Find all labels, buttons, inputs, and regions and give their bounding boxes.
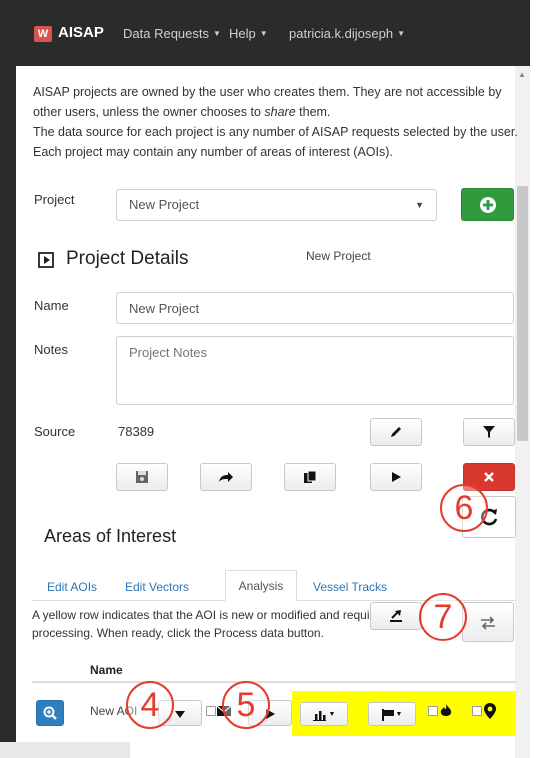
nav-help[interactable]: Help ▼	[229, 26, 268, 41]
copy-project-button[interactable]	[284, 463, 336, 491]
notes-label: Notes	[34, 342, 68, 357]
edit-source-button[interactable]	[370, 418, 422, 446]
scroll-up-icon[interactable]: ▲	[518, 70, 526, 79]
collapse-toggle-icon[interactable]	[38, 252, 54, 268]
column-name-header: Name	[90, 663, 123, 677]
pencil-icon	[391, 427, 401, 437]
export-button[interactable]	[370, 602, 422, 630]
page-frame-left	[0, 0, 16, 758]
map-marker-icon	[484, 703, 496, 719]
caret-down-icon: ▼	[259, 29, 268, 38]
share-project-button[interactable]	[200, 463, 252, 491]
project-select-value: New Project	[129, 197, 200, 212]
chevron-down-icon: ▼	[415, 200, 424, 210]
bottom-status-strip	[0, 742, 130, 758]
source-value: 78389	[118, 424, 155, 439]
source-label: Source	[34, 424, 76, 439]
flag-icon	[381, 709, 394, 721]
exchange-icon	[481, 616, 495, 630]
copy-icon	[304, 470, 317, 483]
bar-chart-icon	[312, 711, 326, 722]
filter-icon	[483, 426, 495, 438]
top-navbar: W AISAP Data Requests ▼ Help ▼ patricia.k.…	[16, 0, 530, 66]
save-icon	[136, 471, 148, 483]
caret-down-icon: ▼	[328, 711, 336, 718]
add-project-button[interactable]	[461, 188, 514, 221]
tab-edit-aois[interactable]: Edit AOIs	[47, 580, 97, 594]
tab-vessel-tracks[interactable]: Vessel Tracks	[313, 580, 387, 594]
aoi-chart-dropdown[interactable]: ▼	[300, 702, 348, 726]
intro-line-1-end: them.	[295, 105, 331, 119]
name-label: Name	[34, 298, 69, 313]
fire-icon	[440, 704, 452, 716]
vertical-scrollbar[interactable]: ▲	[515, 66, 530, 758]
project-details-title: Project Details	[66, 248, 189, 269]
aoi-table-header: Name	[32, 661, 516, 683]
exchange-button[interactable]	[462, 602, 514, 642]
play-icon	[392, 472, 401, 482]
project-name-input[interactable]	[116, 292, 514, 324]
annotation-marker-7: 7	[419, 593, 467, 641]
aisap-logo-icon[interactable]: W	[34, 26, 52, 42]
nav-user-menu[interactable]: patricia.k.dijoseph ▼	[289, 26, 405, 41]
run-project-button[interactable]	[370, 463, 422, 491]
caret-down-icon: ▼	[213, 29, 221, 38]
page-frame-right	[530, 0, 540, 758]
brand-name[interactable]: AISAP	[58, 24, 104, 41]
zoom-aoi-button[interactable]	[36, 700, 64, 726]
intro-text: AISAP projects are owned by the user who…	[33, 82, 518, 162]
aoi-fire-checkbox[interactable]	[428, 706, 438, 716]
zoom-in-icon	[43, 706, 57, 720]
tab-edit-vectors[interactable]: Edit Vectors	[125, 580, 189, 594]
caret-down-icon: ▼	[395, 711, 403, 718]
external-link-icon	[390, 610, 402, 622]
aoi-location-checkbox[interactable]	[472, 706, 482, 716]
intro-line-2: The data source for each project is any …	[33, 125, 518, 159]
nav-data-requests[interactable]: Data Requests ▼	[123, 26, 221, 41]
save-project-button[interactable]	[116, 463, 168, 491]
annotation-marker-5: 5	[222, 681, 270, 729]
caret-down-icon	[175, 711, 185, 718]
nav-user-label: patricia.k.dijoseph	[289, 26, 394, 41]
plus-circle-icon	[479, 197, 496, 213]
nav-help-label: Help	[229, 26, 256, 41]
project-select[interactable]: New Project ▼	[116, 189, 437, 221]
project-notes-textarea[interactable]	[116, 336, 514, 405]
scroll-thumb[interactable]	[517, 186, 528, 441]
share-arrow-icon	[219, 472, 233, 482]
project-panel: ▲ AISAP projects are owned by the user w…	[16, 66, 530, 758]
intro-share-word: share	[264, 105, 296, 119]
aoi-help-text: A yellow row indicates that the AOI is n…	[32, 608, 387, 640]
nav-data-requests-label: Data Requests	[123, 26, 209, 41]
aoi-email-checkbox[interactable]	[206, 706, 216, 716]
tab-analysis[interactable]: Analysis	[225, 570, 297, 601]
aoi-title: Areas of Interest	[44, 526, 177, 546]
project-label: Project	[34, 192, 75, 207]
annotation-marker-6: 6	[440, 484, 488, 532]
close-icon	[484, 472, 494, 482]
caret-down-icon: ▼	[397, 29, 405, 38]
aoi-flag-dropdown[interactable]: ▼	[368, 702, 416, 726]
filter-source-button[interactable]	[463, 418, 515, 446]
annotation-marker-4: 4	[126, 681, 174, 729]
project-details-current-name: New Project	[306, 249, 371, 263]
